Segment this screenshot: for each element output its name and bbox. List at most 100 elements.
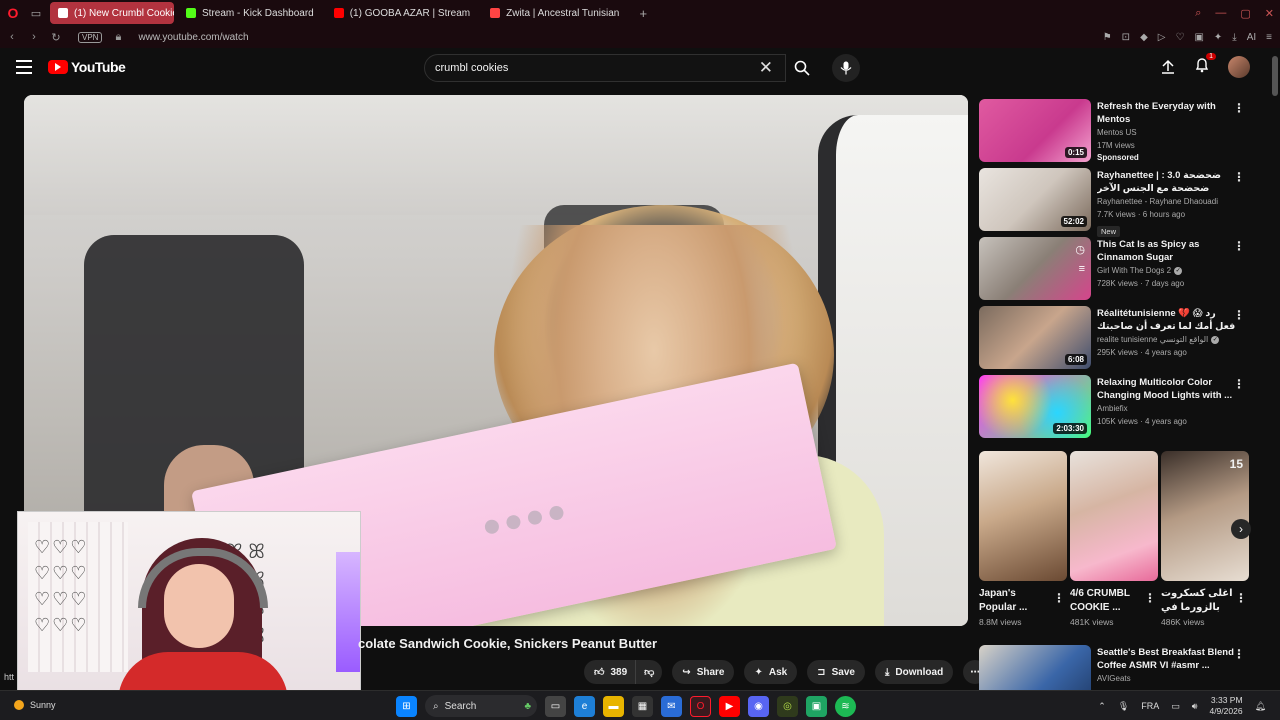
more-vert-icon[interactable]: ⋮: [1233, 377, 1245, 391]
video-thumbnail[interactable]: [979, 645, 1091, 690]
channel-name[interactable]: Rayhanettee - Rayhane Dhaouadi: [1097, 195, 1237, 208]
tab-sidebar-icon[interactable]: ▭: [26, 0, 46, 26]
more-vert-icon[interactable]: ⋮: [1144, 591, 1156, 605]
outlook-icon[interactable]: ✉: [661, 695, 682, 717]
short-item[interactable]: Japan's Popular ... 8.8M views ⋮: [979, 451, 1067, 627]
shield-icon[interactable]: ◆: [1140, 32, 1148, 43]
notifications-button[interactable]: 1: [1194, 52, 1216, 78]
list-item[interactable]: 0:15 Refresh the Everyday with Mentos Me…: [979, 99, 1259, 163]
more-vert-icon[interactable]: ⋮: [1233, 647, 1245, 661]
share-button[interactable]: ↪ Share: [672, 660, 735, 684]
more-vert-icon[interactable]: ⋮: [1233, 239, 1245, 253]
back-icon[interactable]: ‹: [6, 31, 18, 43]
tab-youtube[interactable]: (1) New Crumbl Cookie: [50, 2, 174, 24]
edge-icon[interactable]: e: [574, 695, 595, 717]
close-window-button[interactable]: ✕: [1265, 7, 1274, 20]
channel-name[interactable]: realite tunisienne الواقع التونسي ✓: [1097, 333, 1237, 346]
tab-gooba[interactable]: (1) GOOBA AZAR | Stream: [326, 2, 478, 24]
ai-icon[interactable]: AI: [1247, 32, 1256, 43]
upload-icon[interactable]: [1160, 59, 1176, 75]
search-button[interactable]: [786, 54, 818, 82]
short-thumbnail[interactable]: 15: [1161, 451, 1249, 581]
page-scrollbar[interactable]: [1272, 52, 1278, 692]
more-vert-icon[interactable]: ⋮: [1233, 170, 1245, 184]
menu-icon[interactable]: ≡: [1266, 32, 1272, 43]
notification-center-icon[interactable]: 🔔︎: [1255, 701, 1266, 712]
voice-search-button[interactable]: [832, 54, 860, 82]
heart-icon[interactable]: ♡: [1175, 32, 1184, 43]
video-thumbnail[interactable]: ◷ ≡: [979, 237, 1091, 300]
extensions-icon[interactable]: ✦: [1214, 32, 1222, 43]
cube-icon[interactable]: ▣: [1194, 32, 1203, 43]
spotify-icon[interactable]: ≋: [835, 695, 856, 717]
youtube-app-icon[interactable]: ▶: [719, 695, 740, 717]
clear-search-icon[interactable]: ✕: [759, 58, 773, 78]
more-vert-icon[interactable]: ⋮: [1233, 308, 1245, 322]
list-item[interactable]: 52:02 Rayhanettee | ضحضحة 3.0 : ضحضحة مع…: [979, 168, 1259, 237]
short-thumbnail[interactable]: [1070, 451, 1158, 581]
windows-start-icon[interactable]: ⊞: [396, 695, 417, 717]
more-vert-icon[interactable]: ⋮: [1235, 591, 1247, 605]
channel-name[interactable]: Girl With The Dogs 2 ✓: [1097, 264, 1237, 277]
list-item[interactable]: 2:03:30 Relaxing Multicolor Color Changi…: [979, 375, 1259, 439]
video-title[interactable]: Relaxing Multicolor Color Changing Mood …: [1097, 376, 1237, 402]
list-item[interactable]: 6:08 Réalitétunisienne 💔 😱 رد فعل أمك لم…: [979, 306, 1259, 370]
menu-icon[interactable]: [16, 60, 32, 74]
reload-icon[interactable]: ↻: [50, 31, 62, 44]
avatar[interactable]: [1228, 56, 1250, 78]
video-title[interactable]: This Cat Is as Spicy as Cinnamon Sugar: [1097, 238, 1237, 264]
save-button[interactable]: ⊐ Save: [807, 660, 865, 684]
video-thumbnail[interactable]: 0:15: [979, 99, 1091, 162]
more-vert-icon[interactable]: ⋮: [1053, 591, 1065, 605]
task-view-icon[interactable]: ▭: [545, 695, 566, 717]
tab-kick[interactable]: Stream - Kick Dashboard: [178, 2, 322, 24]
play-icon[interactable]: ▷: [1158, 32, 1166, 43]
short-thumbnail[interactable]: [979, 451, 1067, 581]
search-input[interactable]: crumbl cookies ✕: [424, 54, 786, 82]
video-thumbnail[interactable]: 52:02: [979, 168, 1091, 231]
store-icon[interactable]: ▦: [632, 695, 653, 717]
like-button[interactable]: 👍︎ 389: [584, 660, 636, 684]
short-item[interactable]: 4/6 CRUMBL COOKIE ... 481K views ⋮: [1070, 451, 1158, 627]
pin-icon[interactable]: ⚑: [1103, 32, 1112, 43]
dislike-button[interactable]: 👎︎: [635, 660, 663, 684]
search-tabs-icon[interactable]: ⌕: [1195, 7, 1201, 20]
list-item[interactable]: ◷ ≡ This Cat Is as Spicy as Cinnamon Sug…: [979, 237, 1259, 301]
short-title[interactable]: Japan's Popular ...: [979, 587, 1051, 615]
short-title[interactable]: اغلى كسكروت بالزورما في تونس...: [1161, 587, 1233, 615]
channel-name[interactable]: Mentos US: [1097, 126, 1237, 139]
vpn-badge[interactable]: VPN: [78, 31, 103, 43]
weather-widget[interactable]: Sunny: [14, 700, 56, 710]
opera-logo-icon[interactable]: O: [0, 0, 26, 26]
language-indicator[interactable]: FRA: [1141, 701, 1159, 711]
volume-icon[interactable]: 🔊︎: [1192, 701, 1198, 712]
shorts-next-button[interactable]: ›: [1231, 519, 1251, 539]
ask-button[interactable]: ✦ Ask: [744, 660, 798, 684]
more-vert-icon[interactable]: ⋮: [1233, 101, 1245, 115]
short-item[interactable]: 15 اغلى كسكروت بالزورما في تونس... 486K …: [1161, 451, 1249, 627]
url-field[interactable]: www.youtube.com/watch: [138, 32, 248, 43]
video-title[interactable]: Seattle's Best Breakfast Blend Coffee AS…: [1097, 646, 1237, 672]
mic-icon[interactable]: 🎙︎: [1118, 701, 1129, 712]
opera-icon[interactable]: O: [690, 695, 711, 717]
add-to-queue-icon[interactable]: ≡: [1079, 263, 1085, 275]
watch-later-icon[interactable]: ◷: [1075, 243, 1085, 256]
minimize-button[interactable]: —: [1215, 7, 1226, 19]
list-item[interactable]: Seattle's Best Breakfast Blend Coffee AS…: [979, 645, 1259, 690]
chevron-up-icon[interactable]: ⌃: [1098, 701, 1106, 712]
file-explorer-icon[interactable]: ▬: [603, 695, 624, 717]
channel-name[interactable]: Ambiefix: [1097, 402, 1237, 415]
forward-icon[interactable]: ›: [28, 31, 40, 43]
short-title[interactable]: 4/6 CRUMBL COOKIE ...: [1070, 587, 1142, 615]
clock[interactable]: 3:33 PM 4/9/2026: [1209, 695, 1242, 717]
snapshot-icon[interactable]: ⊡: [1122, 32, 1130, 43]
video-title[interactable]: Refresh the Everyday with Mentos: [1097, 100, 1237, 126]
video-title[interactable]: Réalitétunisienne 💔 😱 رد فعل أمك لما تعر…: [1097, 307, 1237, 333]
download-button[interactable]: ⤓ Download: [874, 660, 954, 684]
maximize-button[interactable]: ▢: [1240, 7, 1250, 20]
youtube-logo[interactable]: YouTube: [48, 59, 126, 75]
tab-zwita[interactable]: Zwita | Ancestral Tunisian: [482, 2, 627, 24]
download-icon[interactable]: ⤓: [1232, 32, 1236, 43]
video-title[interactable]: Rayhanettee | ضحضحة 3.0 : ضحضحة مع الجنس…: [1097, 169, 1237, 195]
video-thumbnail[interactable]: 2:03:30: [979, 375, 1091, 438]
